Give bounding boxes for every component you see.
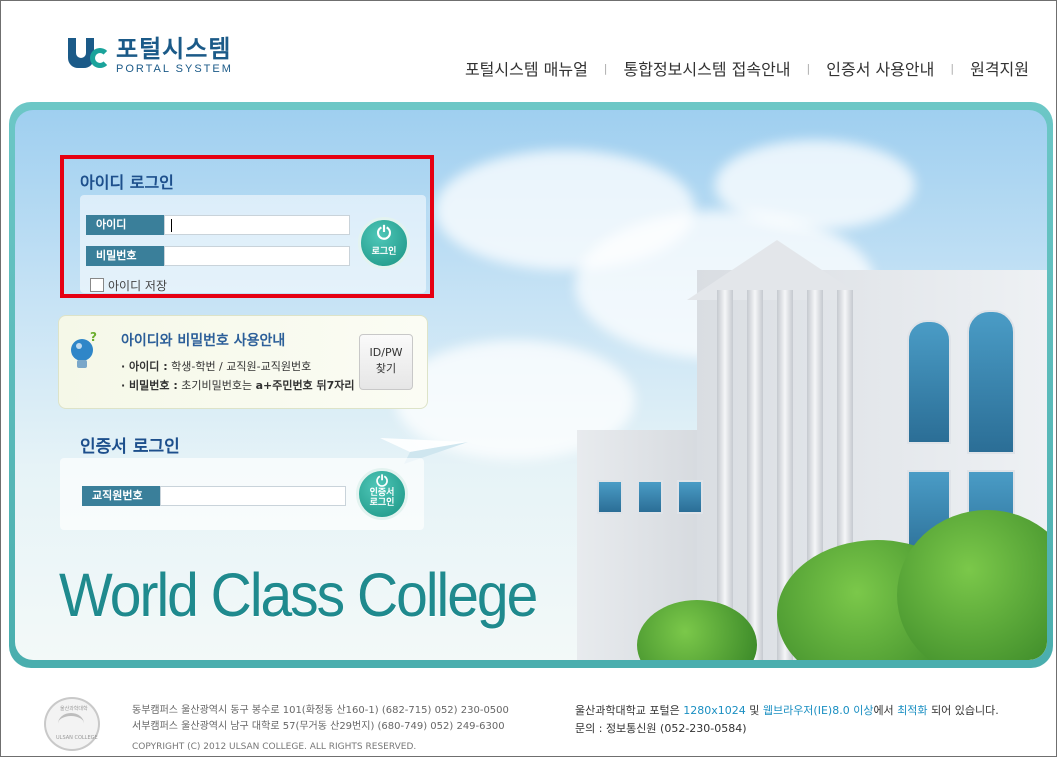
id-input[interactable] — [164, 215, 350, 235]
world-class-college-slogan: World Class College — [59, 561, 538, 631]
power-icon: ⏻ — [376, 223, 392, 244]
staff-number-input[interactable] — [160, 486, 346, 506]
copyright: COPYRIGHT (C) 2012 ULSAN COLLEGE. ALL RI… — [132, 742, 417, 752]
east-campus-address: 동부캠퍼스 울산광역시 동구 봉수로 101(화정동 산160-1) (682-… — [132, 705, 509, 716]
cert-login-button[interactable]: ⏻ 인증서 로그인 — [356, 468, 408, 520]
id-login-form: 아이디 비밀번호 ⏻ 로그인 아이디 저장 — [80, 195, 426, 293]
lightbulb-question-icon: ? — [71, 332, 97, 368]
guide-pw-line: · 비밀번호 : 초기비밀번호는 a+주민번호 뒤7자리 — [121, 379, 355, 392]
power-icon: ⏻ — [376, 472, 388, 490]
cert-login-title: 인증서 로그인 — [80, 437, 180, 457]
staff-number-label: 교직원번호 — [82, 486, 160, 506]
save-id-label: 아이디 저장 — [108, 279, 168, 293]
guide-title: 아이디와 비밀번호 사용안내 — [121, 333, 286, 349]
nav-portal-manual[interactable]: 포털시스템 매뉴얼 — [465, 56, 588, 80]
nav-integrated-system-guide[interactable]: 통합정보시스템 접속안내 — [624, 56, 791, 80]
id-login-title: 아이디 로그인 — [80, 173, 174, 192]
logo-subtitle: PORTAL SYSTEM — [116, 63, 233, 75]
portal-logo[interactable]: 포털시스템 PORTAL SYSTEM — [68, 36, 233, 76]
nav-certificate-guide[interactable]: 인증서 사용안내 — [826, 56, 934, 80]
campus-building-image — [577, 180, 1047, 660]
contact-info: 문의 : 정보통신원 (052-230-0584) — [575, 722, 747, 735]
guide-id-line: · 아이디 : 학생-학번 / 교직원-교직원번호 — [121, 360, 312, 373]
cert-login-form: 교직원번호 ⏻ 인증서 로그인 — [60, 458, 424, 530]
west-campus-address: 서부캠퍼스 울산광역시 남구 대학로 57(무거동 산29번지) (680-74… — [132, 721, 505, 732]
find-id-pw-button[interactable]: ID/PW 찾기 — [359, 334, 413, 390]
uc-logo-icon — [68, 36, 112, 76]
password-input[interactable] — [164, 246, 350, 266]
id-field-label: 아이디 — [86, 215, 164, 235]
login-button[interactable]: ⏻ 로그인 — [358, 217, 410, 269]
pw-field-label: 비밀번호 — [86, 246, 164, 266]
college-seal-logo: 울산과학대학 ULSAN COLLEGE — [44, 697, 100, 751]
nav-remote-support[interactable]: 원격지원 — [970, 56, 1029, 80]
id-login-section: 아이디 로그인 아이디 비밀번호 ⏻ 로그인 아이디 저장 — [60, 155, 434, 298]
top-navigation: 포털시스템 매뉴얼 | 통합정보시스템 접속안내 | 인증서 사용안내 | 원격… — [465, 56, 1029, 80]
id-pw-guide: ? 아이디와 비밀번호 사용안내 · 아이디 : 학생-학번 / 교직원-교직원… — [58, 315, 428, 409]
svg-text:?: ? — [90, 332, 97, 344]
browser-notice: 울산과학대학교 포털은 1280x1024 및 웹브라우저(IE)8.0 이상에… — [575, 702, 999, 738]
save-id-checkbox[interactable] — [90, 278, 104, 292]
logo-title: 포털시스템 — [116, 35, 232, 63]
campus-address-info: 동부캠퍼스 울산광역시 동구 봉수로 101(화정동 산160-1) (682-… — [132, 703, 509, 755]
